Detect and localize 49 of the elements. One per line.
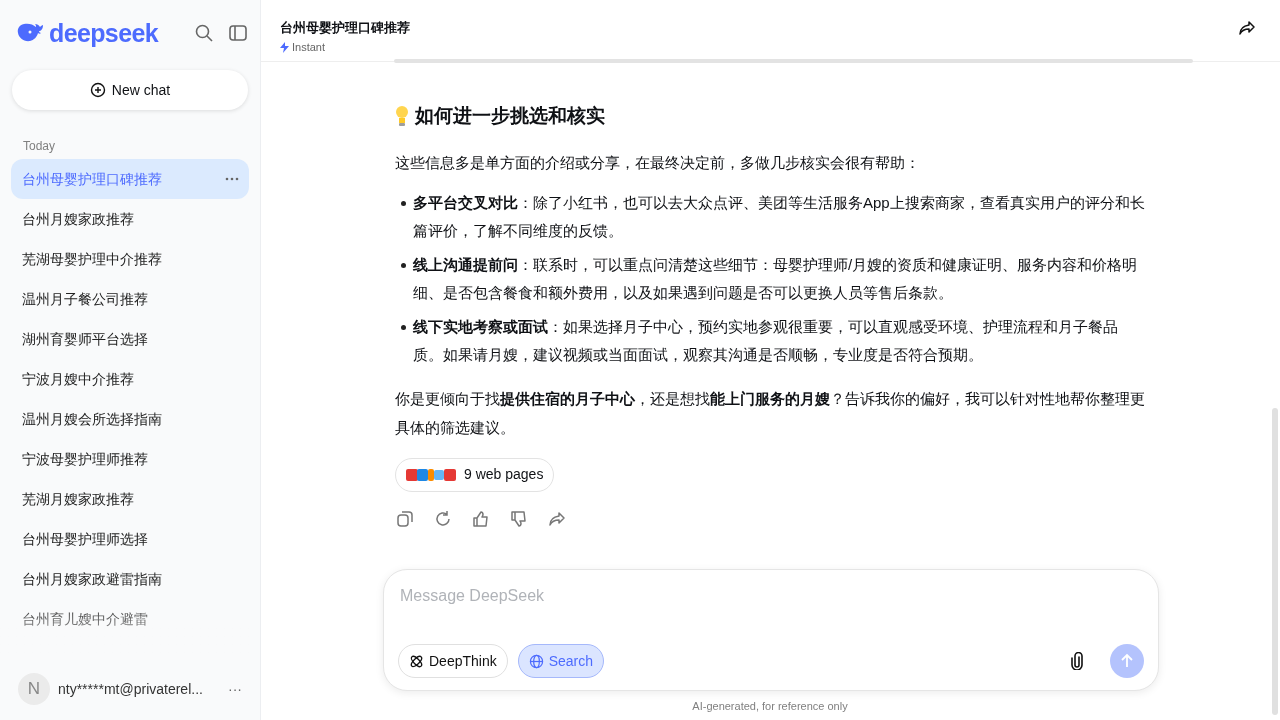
list-item-text: 线上沟通提前问：联系时，可以重点问清楚这些细节：母婴护理师/月嫂的资质和健康证明、服务内容和价格明细、是否包含餐食和额外费用，以及如果遇到问题是否可以更换人员等售后条款。 <box>413 254 1139 303</box>
more-icon[interactable] <box>225 177 239 181</box>
paragraph: 你是更倾向于找提供住宿的月子中心，还是想找能上门服务的月嫂？告诉我你的偏好，我可以针对性地帮你整理更具体的筛选建议。 <box>395 388 1146 438</box>
sidebar-toggle-icon[interactable] <box>228 23 248 43</box>
copy-icon[interactable] <box>396 509 414 528</box>
chat-history-item[interactable]: 台州月嫂家政推荐 <box>11 199 249 239</box>
search-icon[interactable] <box>194 23 214 43</box>
thumbs-down-icon[interactable] <box>510 509 528 528</box>
section-heading: 如何进一步挑选和核实 <box>415 104 605 128</box>
share-icon[interactable] <box>1238 19 1256 37</box>
lightbulb-icon <box>395 105 409 128</box>
atom-icon <box>409 653 424 669</box>
bullet-icon <box>401 262 406 268</box>
whale-logo-icon <box>16 22 44 44</box>
chat-history-item[interactable]: 台州月嫂家政避雷指南 <box>11 559 249 599</box>
chat-history-item[interactable]: 台州母婴护理师选择 <box>11 519 249 559</box>
chat-history-item[interactable]: 湖州育婴师平台选择 <box>11 319 249 359</box>
chat-history-item[interactable]: 台州母婴护理口碑推荐 <box>11 159 249 199</box>
more-button[interactable]: ··· <box>228 682 242 696</box>
toggle-button[interactable]: DeepThink <box>398 644 508 678</box>
regenerate-icon[interactable] <box>434 509 452 528</box>
plus-circle-icon <box>89 82 106 98</box>
message-input[interactable]: Message DeepSeek <box>398 584 1144 608</box>
chat-history-item[interactable]: 台州育儿嫂中介避雷 <box>11 599 249 639</box>
mode-label: Instant <box>292 40 326 55</box>
site-favicons-icon <box>406 466 456 483</box>
globe-icon <box>528 653 544 669</box>
brand-name: deepseek <box>49 20 158 46</box>
chat-history-item[interactable]: 芜湖母婴护理中介推荐 <box>11 239 249 279</box>
list-item-text: 多平台交叉对比：除了小红书，也可以去大众点评、美团等生活服务App上搜索商家，查看真实用户的评分和长篇评价，了解不同维度的反馈。 <box>413 192 1146 241</box>
chat-history-item[interactable]: 温州月子餐公司推荐 <box>11 279 249 319</box>
section-label: Today <box>23 138 57 155</box>
disclaimer: AI-generated, for reference only <box>691 699 849 714</box>
paragraph: 这些信息多是单方面的介绍或分享，在最终决定前，多做几步核实会很有帮助： <box>395 152 921 173</box>
chat-title: 台州母婴护理口碑推荐 <box>280 19 410 37</box>
list-item-text: 线下实地考察或面试：如果选择月子中心，预约实地参观很重要，可以直观感受环境、护理流程和月子餐品质。如果请月嫂，建议视频或当面面试，观察其沟通是否顺畅，专业度是否符合预期。 <box>413 316 1119 365</box>
chat-history-item[interactable]: 宁波母婴护理师推荐 <box>11 439 249 479</box>
lightning-icon <box>280 41 289 53</box>
chat-history-item[interactable]: 温州月嫂会所选择指南 <box>11 399 249 439</box>
bullet-icon <box>401 324 406 330</box>
bullet-icon <box>401 200 406 206</box>
thumbs-up-icon[interactable] <box>472 509 490 528</box>
arrow-up-icon <box>1119 653 1135 669</box>
user-email: nty*****mt@privaterel... <box>58 679 203 699</box>
chat-history-item[interactable]: 芜湖月嫂家政推荐 <box>11 479 249 519</box>
toggle-button[interactable]: Search <box>517 644 605 678</box>
attach-icon[interactable] <box>1070 652 1084 670</box>
chat-history-item[interactable]: 宁波月嫂中介推荐 <box>11 359 249 399</box>
new-chat-button[interactable]: New chat <box>12 70 248 110</box>
